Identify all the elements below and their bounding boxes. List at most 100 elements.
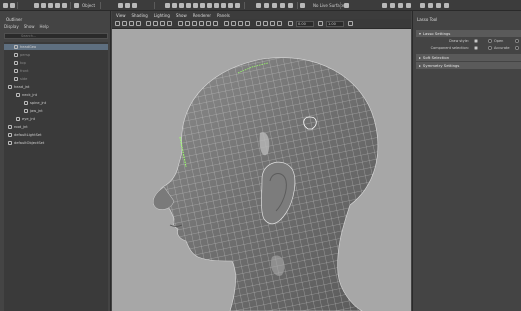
reset-radio[interactable]: [515, 46, 519, 50]
menu-panels[interactable]: Panels: [217, 13, 230, 18]
select-object-icon[interactable]: [125, 3, 130, 8]
snap-surface-icon[interactable]: [288, 3, 293, 8]
outliner-item-top[interactable]: top: [14, 60, 26, 66]
channel-box-icon[interactable]: [444, 3, 449, 8]
select-component-icon[interactable]: [132, 3, 137, 8]
open-scene-icon[interactable]: [34, 3, 39, 8]
smooth-shade-icon[interactable]: [185, 21, 190, 26]
outliner-item-jaw-jnt[interactable]: jaw_jnt: [24, 108, 43, 114]
outliner-search-input[interactable]: Search...: [4, 33, 108, 39]
outliner-item-eye-jnt[interactable]: eye_jnt: [16, 116, 35, 122]
outliner-item-front[interactable]: front: [14, 68, 29, 74]
menu-show[interactable]: Show: [176, 13, 187, 18]
head-model[interactable]: [112, 29, 411, 311]
ambient-occlusion-icon[interactable]: [224, 21, 229, 26]
component-selection-accurate-radio[interactable]: [488, 46, 492, 50]
make-live-icon[interactable]: [300, 3, 305, 8]
grid-icon[interactable]: [146, 21, 151, 26]
new-scene-icon[interactable]: [10, 3, 15, 8]
menu-show[interactable]: Show: [24, 24, 35, 29]
draw-style-closed-radio[interactable]: [474, 39, 478, 43]
image-plane-icon[interactable]: [136, 21, 141, 26]
symmetry-settings-section[interactable]: ▸ Symmetry Settings: [416, 62, 521, 69]
menu-icon[interactable]: [3, 3, 8, 8]
menu-display[interactable]: Display: [4, 24, 19, 29]
exposure-field[interactable]: 0.00: [296, 21, 314, 27]
snap-curve-icon[interactable]: [264, 3, 269, 8]
render-frame-icon[interactable]: [382, 3, 387, 8]
ipr-render-icon[interactable]: [390, 3, 395, 8]
textured-icon[interactable]: [199, 21, 204, 26]
wireframe-icon[interactable]: [178, 21, 183, 26]
xray-joints-icon[interactable]: [270, 21, 275, 26]
viewport-panel[interactable]: View Shading Lighting Show Renderer Pane…: [112, 11, 411, 311]
depth-of-field-icon[interactable]: [245, 21, 250, 26]
tool-settings-icon[interactable]: [436, 3, 441, 8]
gamma-icon[interactable]: [318, 21, 323, 26]
outliner-item-default-light-set[interactable]: defaultLightSet: [8, 132, 42, 138]
outliner-item-spine-jnt[interactable]: spine_jnt: [24, 100, 46, 106]
mask-uv-icon[interactable]: [186, 3, 191, 8]
outliner-item-head-jnt[interactable]: head_jnt: [8, 84, 29, 90]
workspace-dropdown[interactable]: Object: [82, 2, 95, 9]
component-selection-default-radio[interactable]: [474, 46, 478, 50]
save-scene-icon[interactable]: [41, 3, 46, 8]
menu-lighting[interactable]: Lighting: [154, 13, 170, 18]
camera-attributes-icon[interactable]: [122, 21, 127, 26]
lasso-settings-section[interactable]: ▾ Lasso Settings: [416, 30, 521, 37]
outliner-item-persp[interactable]: persp: [14, 52, 30, 58]
mask-deform-icon[interactable]: [207, 3, 212, 8]
lights-icon[interactable]: [206, 21, 211, 26]
bookmarks-icon[interactable]: [129, 21, 134, 26]
outliner-item-default-object-set[interactable]: defaultObjectSet: [8, 140, 44, 146]
film-gate-icon[interactable]: [153, 21, 158, 26]
save-as-icon[interactable]: [48, 3, 53, 8]
outliner-item-neck-jnt[interactable]: neck_jnt: [16, 92, 37, 98]
soft-selection-section[interactable]: ▸ Soft Selection: [416, 54, 521, 61]
render-settings-icon[interactable]: [398, 3, 403, 8]
redo-icon[interactable]: [62, 3, 67, 8]
undo-icon[interactable]: [55, 3, 60, 8]
mask-misc-icon[interactable]: [228, 3, 233, 8]
mask-vertex-icon[interactable]: [165, 3, 170, 8]
anti-aliasing-icon[interactable]: [238, 21, 243, 26]
snap-point-icon[interactable]: [272, 3, 277, 8]
lock-selection-icon[interactable]: [235, 3, 240, 8]
menu-view[interactable]: View: [116, 13, 126, 18]
mask-dynamics-icon[interactable]: [214, 3, 219, 8]
menu-shading[interactable]: Shading: [132, 13, 148, 18]
gate-mask-icon[interactable]: [167, 21, 172, 26]
color-management-icon[interactable]: [348, 21, 353, 26]
resolution-gate-icon[interactable]: [160, 21, 165, 26]
snap-view-icon[interactable]: [280, 3, 285, 8]
menu-help[interactable]: Help: [40, 24, 49, 29]
wireframe-on-shaded-icon[interactable]: [192, 21, 197, 26]
menu-renderer[interactable]: Renderer: [193, 13, 211, 18]
mask-render-icon[interactable]: [221, 3, 226, 8]
outliner-item-root-jnt[interactable]: root_jnt: [8, 124, 28, 130]
shadows-icon[interactable]: [213, 21, 218, 26]
modeling-toolkit-icon[interactable]: [420, 3, 425, 8]
mask-edge-icon[interactable]: [172, 3, 177, 8]
construction-history-icon[interactable]: [344, 3, 349, 8]
attribute-editor-icon[interactable]: [428, 3, 433, 8]
xray-icon[interactable]: [263, 21, 268, 26]
outliner-item-side[interactable]: side: [14, 76, 27, 82]
gamma-field[interactable]: 1.00: [326, 21, 344, 27]
select-by-hierarchy-icon[interactable]: [118, 3, 123, 8]
select-camera-icon[interactable]: [115, 21, 120, 26]
motion-blur-icon[interactable]: [231, 21, 236, 26]
mask-surface-icon[interactable]: [200, 3, 205, 8]
reset-radio[interactable]: [515, 39, 519, 43]
draw-style-open-radio[interactable]: [488, 39, 492, 43]
backface-icon[interactable]: [277, 21, 282, 26]
mask-curve-icon[interactable]: [193, 3, 198, 8]
snap-grid-icon[interactable]: [256, 3, 261, 8]
outliner-item-headgeo[interactable]: headGeo: [4, 44, 108, 50]
hypershade-icon[interactable]: [406, 3, 411, 8]
joint-icon: [24, 109, 28, 113]
mask-face-icon[interactable]: [179, 3, 184, 8]
isolate-select-icon[interactable]: [256, 21, 261, 26]
exposure-icon[interactable]: [288, 21, 293, 26]
select-mode-icon[interactable]: [74, 3, 79, 8]
